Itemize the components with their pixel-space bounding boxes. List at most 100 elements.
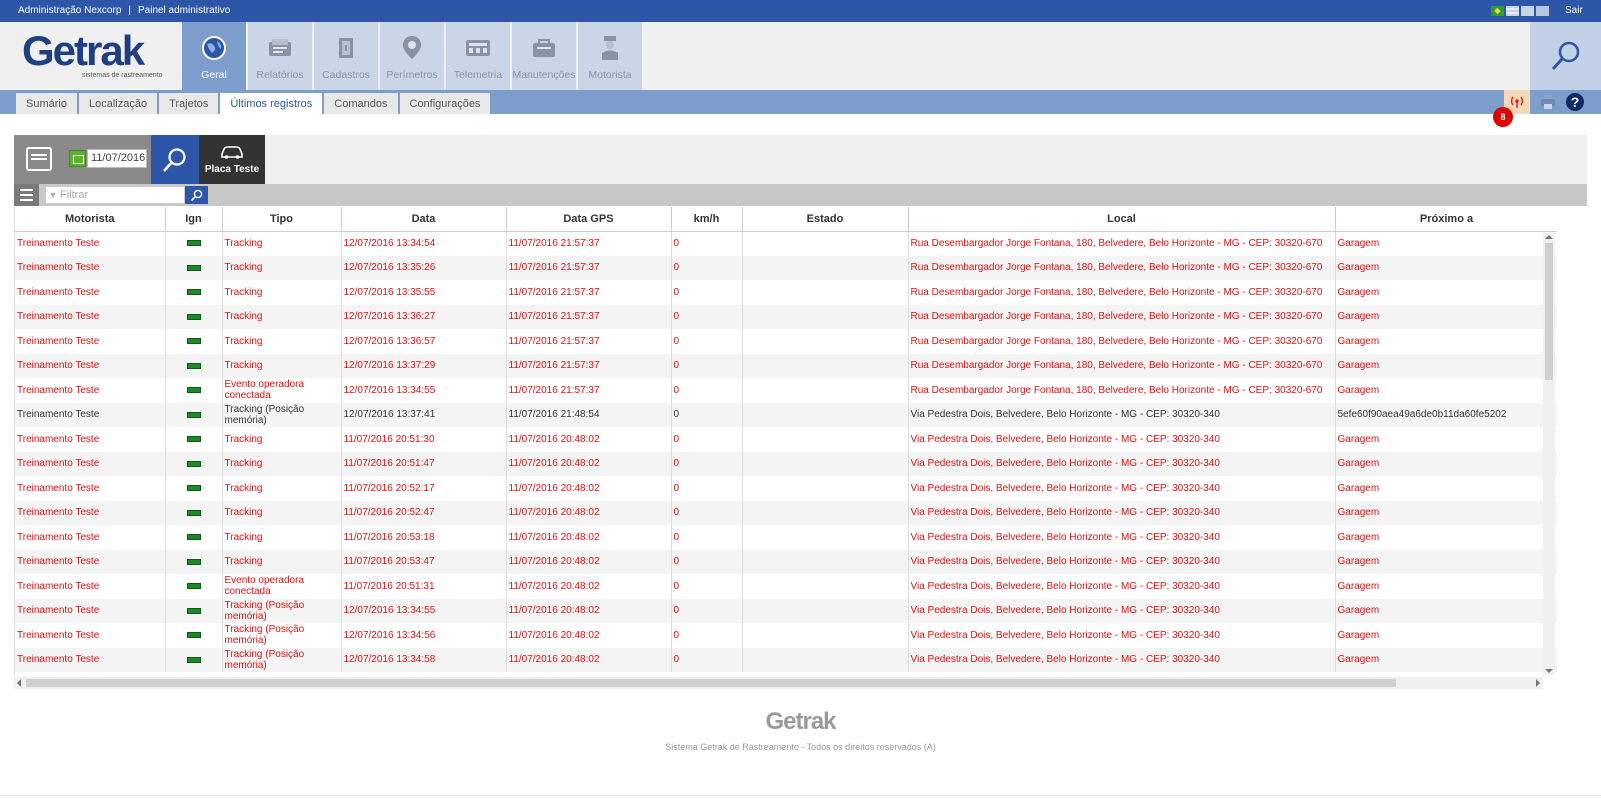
column-header[interactable]: Ign — [165, 207, 223, 232]
column-header[interactable]: Tipo — [222, 207, 342, 232]
nav-perimetros[interactable]: Perímetros — [380, 22, 444, 90]
telemetry-icon — [465, 35, 491, 61]
ignition-icon — [186, 240, 201, 247]
panel-link[interactable]: Painel administrativo — [138, 5, 230, 16]
table-cell: Tracking — [222, 549, 342, 574]
table-cell: Garagem — [1335, 231, 1557, 256]
table-row[interactable]: Treinamento Teste Tracking 11/07/2016 20:5… — [15, 476, 1557, 501]
flag-brazil-icon[interactable] — [1491, 6, 1504, 16]
logo-word: Getrak — [22, 27, 145, 74]
nav-motorista[interactable]: Motorista — [578, 22, 642, 90]
table-row[interactable]: Treinamento Teste Tracking 12/07/2016 13:3… — [15, 255, 1557, 280]
tab-localizacao[interactable]: Localização — [78, 93, 158, 114]
logout-link[interactable]: Sair — [1565, 5, 1583, 16]
filter-input[interactable] — [60, 189, 180, 201]
flag-other-icon[interactable] — [1536, 6, 1549, 16]
scroll-up-icon[interactable] — [1545, 235, 1553, 239]
table-cell — [165, 378, 223, 403]
table-cell — [742, 427, 909, 452]
table-cell: Treinamento Teste — [15, 476, 166, 501]
filter-search-button[interactable] — [185, 186, 208, 204]
filter-box: ▼ — [45, 186, 185, 204]
table-cell: 11/07/2016 20:48:02 — [506, 525, 672, 550]
table-cell: Tracking (Posição memória) — [222, 598, 342, 623]
footer-logo: Getrak — [765, 708, 836, 735]
table-row[interactable]: Treinamento Teste Tracking (Posição memór… — [15, 402, 1557, 427]
printer-icon[interactable] — [1540, 95, 1556, 109]
tab-sumario[interactable]: Sumário — [16, 93, 77, 114]
table-row[interactable]: Treinamento Teste Tracking 11/07/2016 20:5… — [15, 525, 1557, 550]
table-cell: 0 — [671, 623, 743, 648]
top-bar: Administração Nexcorp | Painel administrat… — [0, 0, 1601, 22]
table-cell: 12/07/2016 13:34:54 — [341, 231, 507, 256]
tab-trajetos[interactable]: Trajetos — [159, 93, 219, 114]
table-row[interactable]: Treinamento Teste Tracking 12/07/2016 13:3… — [15, 280, 1557, 305]
table-cell: Via Pedestra Dois, Belvedere, Belo Horiz… — [908, 647, 1336, 672]
scroll-thumb[interactable] — [26, 679, 1396, 687]
table-row[interactable]: Treinamento Teste Tracking (Posição memór… — [15, 598, 1557, 623]
ignition-icon — [186, 264, 201, 271]
driver-icon — [597, 35, 623, 61]
column-header[interactable]: Motorista — [15, 207, 166, 232]
vehicle-selector[interactable]: Placa Teste — [199, 135, 265, 184]
table-row[interactable]: Treinamento Teste Tracking 11/07/2016 20:5… — [15, 500, 1557, 525]
date-field[interactable]: 11/07/2016 — [87, 149, 147, 168]
table-row[interactable]: Treinamento Teste Evento operadora conect… — [15, 574, 1557, 599]
flag-spain-icon[interactable] — [1521, 6, 1534, 16]
table-cell: Garagem — [1335, 329, 1557, 354]
tab-configuracoes[interactable]: Configurações — [399, 93, 491, 114]
table-row[interactable]: Treinamento Teste Tracking 11/07/2016 20:5… — [15, 427, 1557, 452]
global-search-button[interactable] — [1530, 22, 1601, 90]
table-row[interactable]: Treinamento Teste Tracking 11/07/2016 20:5… — [15, 451, 1557, 476]
table-cell: 11/07/2016 20:48:02 — [506, 598, 672, 623]
calendar-icon[interactable] — [69, 150, 86, 167]
column-header[interactable]: Estado — [742, 207, 909, 232]
scroll-down-icon[interactable] — [1545, 669, 1553, 673]
admin-link[interactable]: Administração Nexcorp — [18, 5, 121, 16]
table-row[interactable]: Treinamento Teste Tracking 12/07/2016 13:3… — [15, 353, 1557, 378]
table-row[interactable]: Treinamento Teste Tracking 11/07/2016 20:5… — [15, 549, 1557, 574]
table-cell: Via Pedestra Dois, Belvedere, Belo Horiz… — [908, 598, 1336, 623]
table-row[interactable]: Treinamento Teste Evento operadora conect… — [15, 378, 1557, 403]
table-cell: Rua Desembargador Jorge Fontana, 180, Be… — [908, 353, 1336, 378]
table-row[interactable]: Treinamento Teste Tracking 12/07/2016 13:3… — [15, 329, 1557, 354]
flag-usa-icon[interactable] — [1506, 6, 1519, 16]
logo[interactable]: Getrak sistemas de rastreamento — [22, 27, 177, 80]
ignition-icon — [186, 534, 201, 541]
table-cell — [165, 500, 223, 525]
nav-cadastros[interactable]: Cadastros — [314, 22, 378, 90]
table-cell: 0 — [671, 378, 743, 403]
column-header[interactable]: Data — [341, 207, 507, 232]
scroll-thumb[interactable] — [1545, 243, 1553, 380]
maintenance-icon — [531, 35, 557, 61]
main-nav: Geral Relatórios Cadastros Perímetros Te… — [182, 22, 644, 90]
registers-icon — [333, 35, 359, 61]
scroll-left-icon[interactable] — [17, 679, 21, 687]
table-row[interactable]: Treinamento Teste Tracking (Posição memór… — [15, 623, 1557, 648]
table-row[interactable]: Treinamento Teste Tracking 12/07/2016 13:3… — [15, 304, 1557, 329]
nav-telemetria[interactable]: Telemetria — [446, 22, 510, 90]
table-cell: 11/07/2016 20:51:30 — [341, 427, 507, 452]
help-icon[interactable]: ? — [1566, 93, 1584, 111]
card-icon[interactable] — [26, 147, 52, 171]
column-header[interactable]: Próximo a — [1335, 207, 1557, 232]
table-cell: 11/07/2016 20:48:02 — [506, 623, 672, 648]
table-row[interactable]: Treinamento Teste Tracking 12/07/2016 13:3… — [15, 231, 1557, 256]
toolbar-search-button[interactable] — [151, 135, 199, 184]
column-header[interactable]: Data GPS — [506, 207, 672, 232]
menu-icon[interactable] — [14, 184, 39, 206]
tab-comandos[interactable]: Comandos — [324, 93, 398, 114]
column-header[interactable]: km/h — [671, 207, 743, 232]
nav-geral[interactable]: Geral — [182, 22, 246, 90]
tab-ultimos-registros[interactable]: Últimos registros — [220, 93, 323, 114]
column-header[interactable]: Local — [908, 207, 1336, 232]
horizontal-scrollbar[interactable] — [14, 677, 1543, 689]
vertical-scrollbar[interactable] — [1543, 233, 1555, 675]
table-cell — [165, 304, 223, 329]
table-row[interactable]: Treinamento Teste Tracking (Posição memór… — [15, 647, 1557, 672]
scroll-right-icon[interactable] — [1536, 679, 1540, 687]
nav-relatorios[interactable]: Relatórios — [248, 22, 312, 90]
nav-manutencoes[interactable]: Manutenções — [512, 22, 576, 90]
table-cell — [165, 427, 223, 452]
grid-header: Motorista Ign Tipo Data Data GPS km/h Estado Lo… — [15, 207, 1557, 232]
